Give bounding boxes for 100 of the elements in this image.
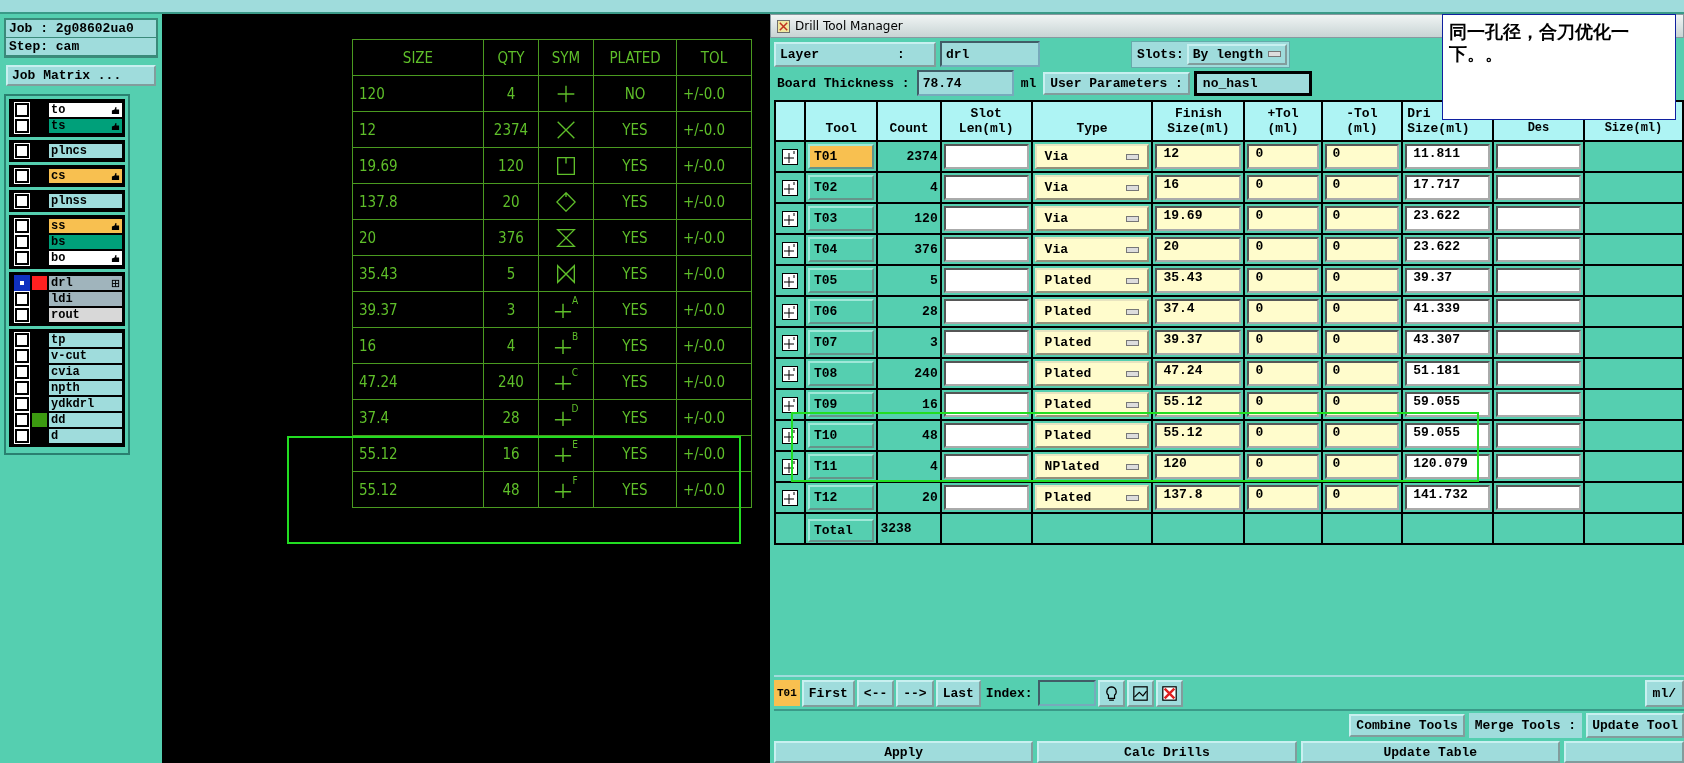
plus-tol-field[interactable]: 0 bbox=[1247, 206, 1319, 231]
layer-checkbox[interactable] bbox=[15, 119, 29, 133]
action-button[interactable]: Update Table bbox=[1300, 741, 1560, 763]
tool-button[interactable]: T11 bbox=[807, 454, 875, 479]
finish-size-field[interactable]: 39.37 bbox=[1155, 330, 1242, 355]
plus-tol-field[interactable]: 0 bbox=[1247, 485, 1319, 510]
layer-item[interactable]: bo bbox=[49, 251, 122, 265]
plus-tol-field[interactable]: 0 bbox=[1247, 392, 1319, 417]
layer-checkbox[interactable] bbox=[15, 276, 29, 290]
layer-item[interactable]: plncs bbox=[49, 144, 122, 158]
slot-length-field[interactable] bbox=[943, 144, 1029, 169]
plus-tol-field[interactable]: 0 bbox=[1247, 144, 1319, 169]
type-dropdown[interactable]: Via bbox=[1034, 206, 1150, 231]
drill-size-field[interactable]: 39.37 bbox=[1405, 268, 1491, 293]
layer-checkbox[interactable] bbox=[15, 381, 29, 395]
units-button[interactable]: ml/ bbox=[1644, 679, 1684, 707]
drill-size-field[interactable]: 120.079 bbox=[1405, 454, 1491, 479]
type-dropdown[interactable]: Via bbox=[1034, 144, 1150, 169]
minus-tol-field[interactable]: 0 bbox=[1324, 299, 1400, 324]
layer-checkbox[interactable] bbox=[15, 251, 29, 265]
slot-length-field[interactable] bbox=[943, 423, 1029, 448]
layer-item[interactable]: d bbox=[49, 429, 122, 443]
minus-tol-field[interactable]: 0 bbox=[1324, 144, 1400, 169]
minus-tol-field[interactable]: 0 bbox=[1324, 485, 1400, 510]
tool-button[interactable]: T06 bbox=[807, 299, 875, 324]
layer-item[interactable]: v-cut bbox=[49, 349, 122, 363]
des-field[interactable] bbox=[1496, 423, 1581, 448]
tool-button[interactable]: T01 bbox=[807, 144, 875, 169]
action-button[interactable]: Apply bbox=[774, 741, 1034, 763]
type-dropdown[interactable]: Plated bbox=[1034, 330, 1150, 355]
des-field[interactable] bbox=[1496, 454, 1581, 479]
layer-item[interactable]: to bbox=[49, 103, 122, 117]
type-dropdown[interactable]: Plated bbox=[1034, 361, 1150, 386]
layer-item[interactable]: dd bbox=[49, 413, 122, 427]
layer-checkbox[interactable] bbox=[15, 169, 29, 183]
plus-tol-field[interactable]: 0 bbox=[1247, 361, 1319, 386]
layer-item[interactable]: cvia bbox=[49, 365, 122, 379]
des-field[interactable] bbox=[1496, 330, 1581, 355]
layer-checkbox[interactable] bbox=[15, 397, 29, 411]
tool-button[interactable]: T07 bbox=[807, 330, 875, 355]
slots-dropdown[interactable]: By length bbox=[1186, 43, 1287, 65]
slot-length-field[interactable] bbox=[943, 361, 1029, 386]
nav-button[interactable]: First bbox=[801, 679, 855, 707]
slot-length-field[interactable] bbox=[943, 268, 1029, 293]
des-field[interactable] bbox=[1496, 485, 1581, 510]
layer-item[interactable]: bs bbox=[49, 235, 122, 249]
layer-item[interactable]: tp bbox=[49, 333, 122, 347]
layer-checkbox[interactable] bbox=[15, 219, 29, 233]
type-dropdown[interactable]: Via bbox=[1034, 175, 1150, 200]
layer-item[interactable]: ldi bbox=[49, 292, 122, 306]
delete-button[interactable] bbox=[1155, 679, 1183, 707]
drill-size-field[interactable]: 59.055 bbox=[1405, 392, 1491, 417]
nav-button[interactable]: Last bbox=[935, 679, 981, 707]
finish-size-field[interactable]: 19.69 bbox=[1155, 206, 1242, 231]
type-dropdown[interactable]: Plated bbox=[1034, 299, 1150, 324]
des-field[interactable] bbox=[1496, 268, 1581, 293]
picture-button[interactable] bbox=[1126, 679, 1154, 707]
minus-tol-field[interactable]: 0 bbox=[1324, 175, 1400, 200]
plus-tol-field[interactable]: 0 bbox=[1247, 454, 1319, 479]
layer-item[interactable]: ts bbox=[49, 119, 122, 133]
update-tools-button[interactable]: Update Tool bbox=[1586, 712, 1684, 738]
slot-length-field[interactable] bbox=[943, 299, 1029, 324]
slot-length-field[interactable] bbox=[943, 206, 1029, 231]
plus-tol-field[interactable]: 0 bbox=[1247, 423, 1319, 448]
minus-tol-field[interactable]: 0 bbox=[1324, 454, 1400, 479]
drill-size-field[interactable]: 43.307 bbox=[1405, 330, 1491, 355]
layer-checkbox[interactable] bbox=[15, 365, 29, 379]
minus-tol-field[interactable]: 0 bbox=[1324, 330, 1400, 355]
user-parameters-button[interactable]: User Parameters : bbox=[1043, 71, 1190, 95]
slot-length-field[interactable] bbox=[943, 237, 1029, 262]
finish-size-field[interactable]: 55.12 bbox=[1155, 392, 1242, 417]
minus-tol-field[interactable]: 0 bbox=[1324, 392, 1400, 417]
job-matrix-button[interactable]: Job Matrix ... bbox=[6, 65, 156, 86]
des-field[interactable] bbox=[1496, 361, 1581, 386]
tool-button[interactable]: T12 bbox=[807, 485, 875, 510]
tool-button[interactable]: T09 bbox=[807, 392, 875, 417]
plus-tol-field[interactable]: 0 bbox=[1247, 175, 1319, 200]
nav-button[interactable]: --> bbox=[896, 679, 934, 707]
type-dropdown[interactable]: Via bbox=[1034, 237, 1150, 262]
layer-checkbox[interactable] bbox=[15, 349, 29, 363]
layer-checkbox[interactable] bbox=[15, 235, 29, 249]
finish-size-field[interactable]: 16 bbox=[1155, 175, 1242, 200]
tool-button[interactable]: T02 bbox=[807, 175, 875, 200]
layer-item[interactable]: npth bbox=[49, 381, 122, 395]
thickness-field[interactable]: 78.74 bbox=[916, 70, 1014, 96]
drill-size-field[interactable]: 23.622 bbox=[1405, 237, 1491, 262]
slot-length-field[interactable] bbox=[943, 485, 1029, 510]
layer-field[interactable]: drl bbox=[940, 41, 1040, 67]
drill-size-field[interactable]: 141.732 bbox=[1405, 485, 1491, 510]
action-button[interactable]: Calc Drills bbox=[1037, 741, 1297, 763]
des-field[interactable] bbox=[1496, 206, 1581, 231]
tool-button[interactable]: T08 bbox=[807, 361, 875, 386]
combine-tools-button[interactable]: Combine Tools bbox=[1349, 713, 1465, 737]
des-field[interactable] bbox=[1496, 237, 1581, 262]
slot-length-field[interactable] bbox=[943, 392, 1029, 417]
drill-size-field[interactable]: 17.717 bbox=[1405, 175, 1491, 200]
finish-size-field[interactable]: 12 bbox=[1155, 144, 1242, 169]
layer-checkbox[interactable] bbox=[15, 429, 29, 443]
drill-size-field[interactable]: 23.622 bbox=[1405, 206, 1491, 231]
tool-button[interactable]: T04 bbox=[807, 237, 875, 262]
